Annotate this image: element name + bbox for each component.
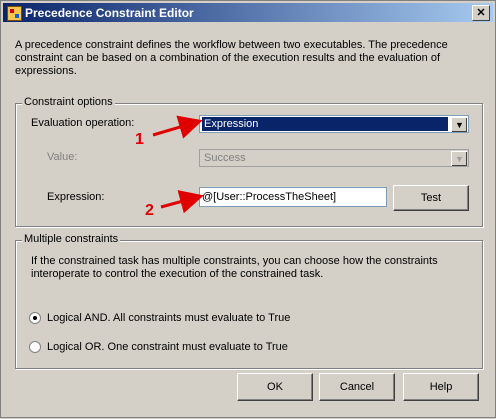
dialog-window: Precedence Constraint Editor ✕ A precede… xyxy=(0,0,496,418)
annotation-arrow-2 xyxy=(160,190,204,214)
annotation-arrow-1 xyxy=(152,115,203,139)
annotation-arrows xyxy=(152,115,204,214)
